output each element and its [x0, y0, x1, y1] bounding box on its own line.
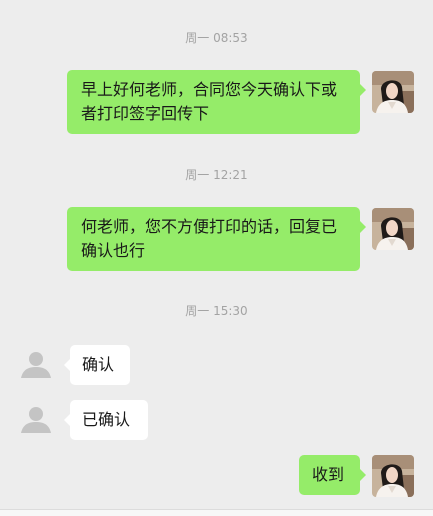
message-timestamp: 周一 15:30 [185, 304, 248, 318]
photo-avatar-icon [372, 71, 414, 113]
sender-avatar[interactable] [372, 208, 414, 250]
sender-avatar[interactable] [372, 71, 414, 113]
message-timestamp: 周一 08:53 [185, 31, 248, 45]
incoming-message-bubble[interactable]: 已确认 [64, 400, 148, 440]
message-timestamp: 周一 12:21 [185, 168, 248, 182]
photo-avatar-icon [372, 208, 414, 250]
default-user-icon [21, 407, 51, 433]
contact-avatar[interactable] [15, 344, 57, 386]
sender-avatar[interactable] [372, 455, 414, 497]
outgoing-message-bubble[interactable]: 何老师，您不方便打印的话，回复已确认也行 [67, 207, 366, 271]
default-user-icon [21, 352, 51, 378]
contact-avatar[interactable] [15, 399, 57, 441]
outgoing-message-bubble[interactable]: 早上好何老师，合同您今天确认下或者打印签字回传下 [67, 70, 366, 134]
incoming-message-bubble[interactable]: 确认 [64, 345, 130, 385]
photo-avatar-icon [372, 455, 414, 497]
outgoing-message-bubble[interactable]: 收到 [299, 455, 366, 495]
